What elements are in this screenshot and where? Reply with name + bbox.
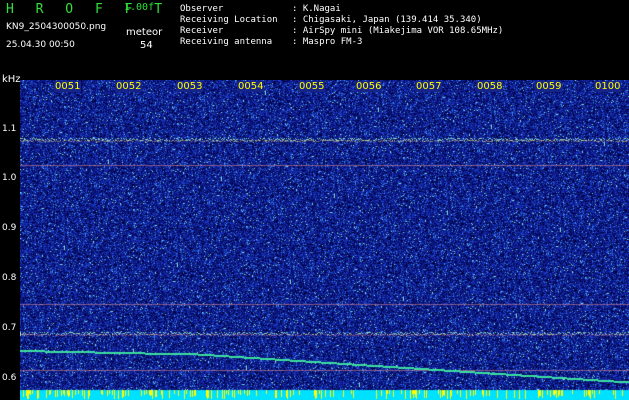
y-tick-label: 1.1 bbox=[2, 124, 17, 134]
info-row-observer: Observer : K.Nagai bbox=[180, 4, 341, 14]
x-tick-label: 0100 bbox=[594, 81, 622, 92]
info-value: : AirSpy mini (Miakejima VOR 108.65MHz) bbox=[292, 26, 504, 36]
y-tick-label: 0.8 bbox=[2, 273, 17, 283]
x-tick-label: 0057 bbox=[415, 81, 443, 92]
y-tick-label: 0.7 bbox=[2, 323, 17, 333]
x-tick-label: 0051 bbox=[54, 81, 82, 92]
y-tick-label: 0.9 bbox=[2, 223, 17, 233]
x-tick-label: 0053 bbox=[176, 81, 204, 92]
x-tick-label: 0052 bbox=[115, 81, 143, 92]
capture-datetime: 25.04.30 00:50 bbox=[6, 40, 75, 50]
app-version: 1.00f bbox=[124, 2, 155, 13]
y-tick-label: 0.6 bbox=[2, 373, 17, 383]
spectrogram bbox=[20, 80, 629, 400]
x-tick-label: 0055 bbox=[298, 81, 326, 92]
info-key: Receiving antenna bbox=[180, 37, 273, 47]
x-tick-label: 0056 bbox=[355, 81, 383, 92]
info-key: Observer bbox=[180, 4, 224, 14]
x-tick-label: 0058 bbox=[476, 81, 504, 92]
info-value: : Maspro FM-3 bbox=[292, 37, 363, 47]
x-tick-label: 0054 bbox=[237, 81, 265, 92]
info-row-location: Receiving Location : Chigasaki, Japan (13… bbox=[180, 15, 482, 25]
y-axis-unit: kHz bbox=[2, 74, 21, 85]
y-tick-label: 1.0 bbox=[2, 173, 17, 183]
meteor-label: meteor bbox=[126, 27, 163, 38]
info-row-antenna: Receiving antenna : Maspro FM-3 bbox=[180, 37, 362, 47]
info-key: Receiving Location bbox=[180, 15, 278, 25]
info-key: Receiver bbox=[180, 26, 224, 36]
info-value: : K.Nagai bbox=[292, 4, 341, 14]
x-tick-label: 0059 bbox=[535, 81, 563, 92]
image-filename: KN9_2504300050.png bbox=[6, 22, 107, 32]
meteor-count: 54 bbox=[140, 40, 153, 51]
info-value: : Chigasaki, Japan (139.414 35.340) bbox=[292, 15, 482, 25]
info-row-receiver: Receiver : AirSpy mini (Miakejima VOR 108… bbox=[180, 26, 503, 36]
